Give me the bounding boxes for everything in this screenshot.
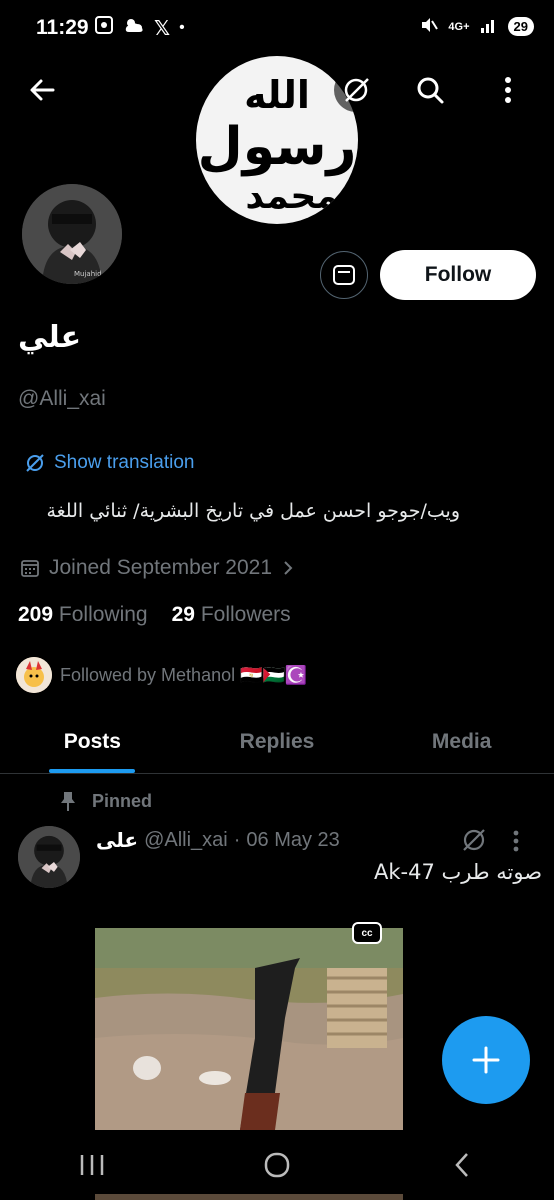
- profile-avatar[interactable]: Mujahid: [18, 180, 126, 288]
- tab-media[interactable]: Media: [369, 710, 554, 773]
- recent-apps-button[interactable]: [62, 1135, 122, 1195]
- show-translation-link[interactable]: Show translation: [24, 452, 194, 474]
- post-author-avatar[interactable]: [18, 826, 80, 888]
- grok-button[interactable]: [334, 68, 378, 112]
- weather-icon: [123, 16, 145, 40]
- more-vertical-icon: [505, 77, 511, 103]
- logo-text-top: الله: [244, 73, 310, 117]
- status-left-icons: 𝕏 •: [94, 15, 185, 41]
- post-text: Ak-47 صوته طرب: [374, 860, 543, 884]
- search-icon: [417, 77, 444, 104]
- signal-icon: [480, 17, 498, 36]
- follow-button[interactable]: Follow: [380, 250, 536, 300]
- recents-icon: [81, 1155, 104, 1175]
- followers-label: Followers: [200, 603, 291, 626]
- next-media-peek: [95, 1194, 403, 1200]
- tab-replies-label: Replies: [239, 729, 315, 753]
- active-tab-indicator: [49, 769, 136, 773]
- display-name: علي: [18, 320, 82, 355]
- followed-by[interactable]: Followed by Methanol 🇪🇬🇵🇸☪️: [16, 657, 307, 693]
- home-button[interactable]: [247, 1135, 307, 1195]
- screenshot-icon: [94, 15, 114, 41]
- more-vertical-icon: [513, 830, 519, 852]
- tab-posts-label: Posts: [63, 729, 121, 753]
- post-date[interactable]: 06 May 23: [246, 829, 339, 852]
- battery-indicator: 29: [507, 17, 534, 36]
- following-label: Following: [58, 603, 148, 626]
- grok-icon: [463, 829, 485, 851]
- tab-posts[interactable]: Posts: [0, 710, 185, 773]
- profile-handle: @Alli_xai: [18, 387, 106, 410]
- more-options-button[interactable]: [486, 68, 530, 112]
- post-grok-button[interactable]: [460, 826, 488, 859]
- search-button[interactable]: [408, 68, 452, 112]
- post-more-button[interactable]: [512, 828, 520, 860]
- envelope-icon: [333, 265, 355, 285]
- post-video[interactable]: [95, 928, 403, 1130]
- dot-icon: •: [179, 19, 185, 36]
- banner-logo: الله رسول محمد: [196, 56, 358, 224]
- post-separator: ·: [233, 828, 241, 851]
- plus-icon: [472, 1046, 500, 1074]
- tab-replies[interactable]: Replies: [185, 710, 370, 773]
- post-header: على @Alli_xai · 06 May 23: [96, 828, 340, 852]
- compose-post-button[interactable]: [442, 1016, 530, 1104]
- profile-tabs: Posts Replies Media: [0, 710, 554, 774]
- system-navigation-bar: [0, 1130, 554, 1200]
- pinned-label: Pinned: [92, 790, 153, 811]
- closed-captions-icon[interactable]: cc: [352, 922, 382, 944]
- pinned-indicator: Pinned: [58, 790, 152, 812]
- network-label: 4G+: [448, 20, 470, 33]
- back-arrow-icon: [30, 79, 55, 101]
- chevron-right-icon: [284, 561, 293, 575]
- pin-icon: [61, 792, 75, 811]
- joined-date[interactable]: Joined September 2021: [20, 556, 295, 580]
- message-button[interactable]: [320, 251, 368, 299]
- grok-icon: [344, 78, 369, 102]
- svg-text:Mujahid: Mujahid: [74, 270, 102, 278]
- following-stat[interactable]: 209 Following: [18, 603, 148, 627]
- post-author-name[interactable]: على: [96, 828, 138, 852]
- calendar-icon: [21, 560, 39, 577]
- back-button[interactable]: [20, 68, 64, 112]
- joined-label: Joined September 2021: [49, 556, 272, 579]
- status-bar: 11:29 𝕏 • 4G+ 29: [0, 0, 554, 60]
- system-back-button[interactable]: [432, 1135, 492, 1195]
- following-count: 209: [18, 603, 54, 626]
- status-right-icons: 4G+ 29: [420, 16, 534, 37]
- status-time: 11:29: [36, 16, 89, 39]
- chevron-left-icon: [454, 1153, 468, 1177]
- followers-count: 29: [171, 603, 195, 626]
- logo-text-bottom: محمد: [245, 176, 338, 217]
- profile-bio: ويب/جوجو احسن عمل في تاريخ البشرية/ ثنائ…: [46, 500, 460, 522]
- follow-stats: 209 Following 29 Followers: [18, 603, 291, 627]
- show-translation-label: Show translation: [54, 452, 195, 473]
- x-app-icon: 𝕏: [154, 17, 171, 40]
- mute-icon: [420, 16, 439, 37]
- followers-stat[interactable]: 29 Followers: [172, 603, 291, 627]
- grok-icon: [26, 454, 44, 472]
- followed-by-text: Followed by Methanol 🇪🇬🇵🇸☪️: [60, 664, 308, 685]
- follower-avatar: [16, 657, 52, 693]
- home-circle-icon: [264, 1152, 290, 1178]
- post-author-handle[interactable]: @Alli_xai: [144, 829, 228, 852]
- tab-media-label: Media: [431, 729, 492, 753]
- logo-text-mid: رسول: [198, 117, 357, 177]
